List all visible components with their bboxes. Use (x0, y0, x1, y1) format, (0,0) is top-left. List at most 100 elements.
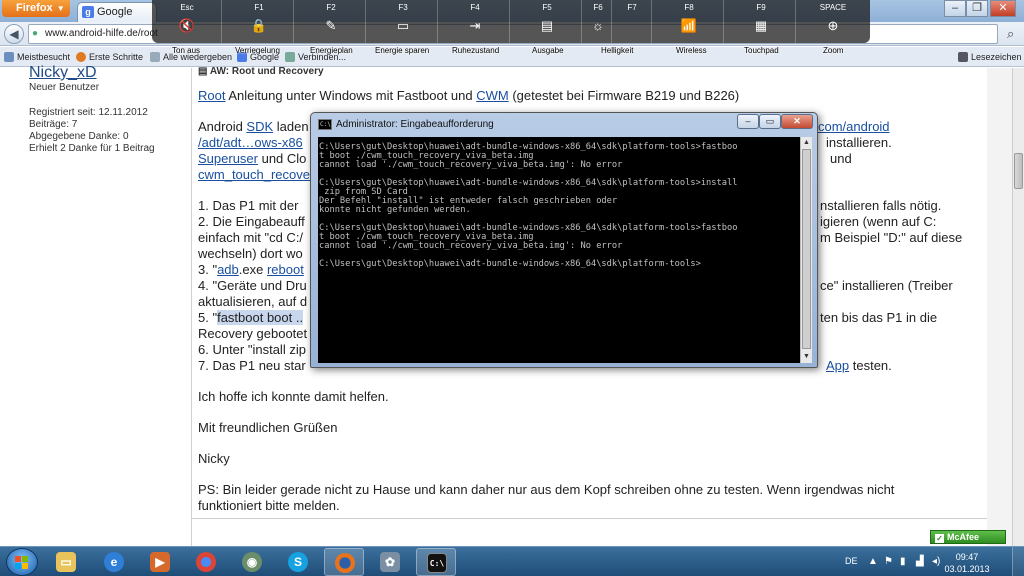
show-hidden-icons-icon[interactable]: ▲ (868, 556, 878, 567)
taskbar-internet-explorer[interactable]: e (94, 548, 134, 576)
link-text: /adt/adt…ows-x86 (198, 135, 303, 150)
cmd-close-button[interactable]: ✕ (781, 114, 813, 129)
scroll-up-icon[interactable]: ▲ (801, 137, 812, 148)
document-icon: ▤ (198, 66, 210, 77)
text: aktualisieren, auf d (198, 294, 308, 309)
thanks-received: Erhielt 2 Danke für 1 Beitrag (29, 143, 155, 154)
firefox-menu-button[interactable]: Firefox ▼ (2, 0, 70, 17)
fn-key-f9[interactable]: F9 ▦ (726, 0, 796, 43)
battery-icon: ▭ (396, 18, 410, 33)
site-identity-icon[interactable]: ● (32, 28, 38, 39)
text: laden (273, 119, 309, 134)
post-line: installieren. (826, 135, 892, 151)
step-2-cont2: wechseln) dort wo (198, 246, 303, 262)
fn-label-f5: Ausgabe (532, 46, 564, 55)
clock-date[interactable]: 03.01.2013 (937, 564, 997, 574)
text: 7. Das P1 neu star (198, 358, 306, 373)
scroll-down-icon[interactable]: ▼ (801, 351, 812, 362)
taskbar-network[interactable]: ✿ (370, 548, 410, 576)
close-button[interactable]: ✕ (990, 0, 1016, 17)
superuser-link[interactable]: Superuser (198, 151, 258, 166)
app-link[interactable]: App (826, 358, 849, 373)
fn-key-name: F2 (326, 3, 336, 12)
command-prompt-window[interactable]: C:\ Administrator: Eingabeaufforderung –… (310, 112, 818, 368)
username-link[interactable]: Nicky_xD (29, 64, 97, 82)
taskbar-skype[interactable]: S (278, 548, 318, 576)
text: Recovery gebootet (198, 326, 308, 341)
fn-key-f3[interactable]: F3 ▭ (368, 0, 438, 43)
fn-key-esc[interactable]: Esc 🔇 (152, 0, 222, 43)
lock-icon: 🔒 (250, 18, 268, 33)
bookmarks-menu[interactable]: Lesezeichen (958, 52, 1022, 62)
cwm-link[interactable]: CWM (476, 88, 509, 103)
page-scrollbar[interactable] (1012, 68, 1024, 546)
cmd-scrollbar[interactable]: ▲ ▼ (800, 137, 812, 363)
step-2-cont-end: m Beispiel "D:" auf diese (820, 230, 962, 246)
text: ce" installieren (Treiber (820, 278, 953, 293)
fn-label-f8: Wireless (676, 46, 707, 55)
reboot-link[interactable]: reboot (267, 262, 304, 277)
bookmark-label: Meistbesucht (17, 52, 71, 62)
taskbar-explorer[interactable]: ▭ (46, 548, 86, 576)
firefox-icon (335, 553, 355, 573)
mcafee-label: McAfee (947, 532, 980, 542)
post-line: und (830, 151, 852, 167)
minimize-button[interactable]: – (944, 0, 966, 17)
post-divider (192, 518, 987, 519)
sdk-link[interactable]: SDK (246, 119, 273, 134)
adt-link[interactable]: /adt/adt…ows-x86 (198, 135, 303, 151)
flag-icon[interactable]: ⚑ (884, 556, 893, 567)
cmd-minimize-button[interactable]: – (737, 114, 759, 129)
zoom-icon: ⊕ (827, 18, 839, 33)
network-status-icon[interactable]: ▟ (916, 556, 924, 567)
fn-key-f1[interactable]: F1 🔒 (224, 0, 294, 43)
taskbar-sdk-manager[interactable]: ◉ (232, 548, 272, 576)
cmd-scrollbar-thumb[interactable] (802, 149, 811, 349)
root-link[interactable]: Root (198, 88, 225, 103)
android-link[interactable]: com/android (818, 119, 890, 135)
battery-icon[interactable]: ▮ (900, 556, 906, 567)
fn-key-f8[interactable]: F8 📶 (654, 0, 724, 43)
tab-google[interactable]: g Google (77, 2, 157, 22)
taskbar-firefox[interactable] (324, 548, 364, 576)
text: 4. "Geräte und Dru (198, 278, 307, 293)
step-7: 7. Das P1 neu star (198, 358, 306, 374)
bookmark-getting-started[interactable]: Erste Schritte (76, 52, 143, 62)
mcafee-siteadvisor-button[interactable]: ✓ McAfee (930, 530, 1006, 544)
language-indicator[interactable]: DE (845, 556, 858, 566)
show-desktop-button[interactable] (1012, 547, 1024, 576)
touchpad-icon: ▦ (754, 18, 768, 33)
cmd-console-output[interactable]: C:\Users\gut\Desktop\huawei\adt-bundle-w… (318, 137, 800, 363)
maximize-button[interactable]: ❐ (966, 0, 988, 17)
fn-key-f5[interactable]: F5 ▤ (512, 0, 582, 43)
text: nstallieren falls nötig. (820, 198, 942, 213)
step-5: 5. "fastboot boot .. (198, 310, 304, 326)
taskbar-media-player[interactable]: ▶ (140, 548, 180, 576)
scrollbar-thumb[interactable] (1014, 153, 1023, 189)
fn-key-space[interactable]: SPACE ⊕ (798, 0, 868, 43)
fn-key-f6[interactable]: F6 ☼ (584, 0, 612, 43)
taskbar-chrome[interactable] (186, 548, 226, 576)
adb-link[interactable]: adb (217, 262, 239, 277)
fn-key-f2[interactable]: F2 ✎ (296, 0, 366, 43)
start-button[interactable] (6, 548, 38, 576)
bookmarks-toolbar: Meistbesucht Erste Schritte Alle wiederg… (0, 47, 1024, 67)
fn-key-f7[interactable]: F7 (612, 0, 652, 43)
cmd-maximize-button[interactable]: ▭ (759, 114, 781, 129)
text: ten bis das P1 in die (820, 310, 938, 325)
bookmark-most-visited[interactable]: Meistbesucht (4, 52, 70, 62)
taskbar-command-prompt[interactable]: C:\ (416, 548, 456, 576)
fn-key-f4[interactable]: F4 ⇥ (440, 0, 510, 43)
cmd-icon: C:\ (318, 119, 332, 130)
cwm-file-link[interactable]: cwm_touch_recove (198, 167, 310, 183)
highlighted-command[interactable]: fastboot boot .. (217, 310, 304, 325)
search-icon[interactable]: ⌕ (1007, 26, 1014, 42)
step-4-cont: aktualisieren, auf d (198, 294, 307, 310)
text: 2. Die Eingabeauff (198, 214, 305, 229)
text: und (830, 151, 852, 166)
registered-date: Registriert seit: 12.11.2012 (29, 107, 148, 118)
clock-time[interactable]: 09:47 (947, 552, 987, 562)
cmd-window-title: Administrator: Eingabeaufforderung (336, 119, 494, 130)
back-button[interactable]: ◀ (4, 24, 24, 44)
fn-key-name: F8 (684, 3, 694, 12)
